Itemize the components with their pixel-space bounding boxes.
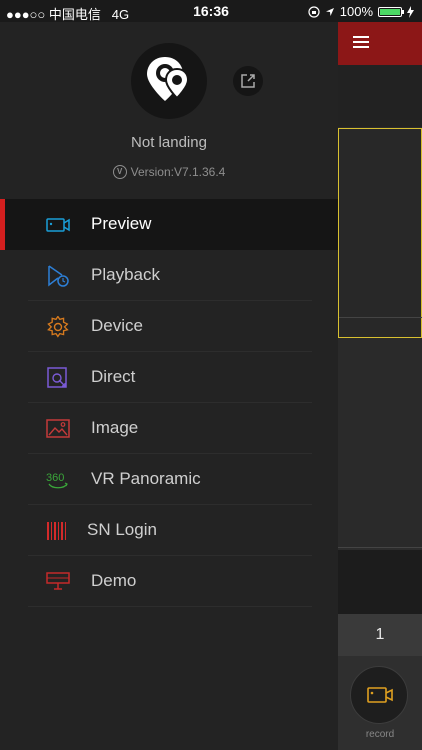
menu-item-vr-panoramic[interactable]: 360 VR Panoramic xyxy=(28,454,312,505)
record-camera-icon xyxy=(367,687,393,703)
record-area: record xyxy=(338,656,422,750)
gear-icon xyxy=(47,316,69,338)
video-panel[interactable] xyxy=(338,338,422,548)
menu-item-label: Playback xyxy=(91,265,160,284)
hamburger-icon[interactable] xyxy=(353,36,369,49)
menu-item-label: Demo xyxy=(91,571,137,590)
lock-rotation-icon xyxy=(308,5,320,18)
menu-item-direct[interactable]: Direct xyxy=(28,352,312,403)
version-logo-icon: V xyxy=(112,165,127,179)
page-number: 1 xyxy=(338,614,422,656)
control-strip xyxy=(338,550,422,614)
avatar[interactable] xyxy=(131,43,207,119)
menu-item-label: Device xyxy=(91,316,143,335)
vr-360-icon: 360 xyxy=(46,472,68,489)
menu-item-sn-login[interactable]: SN Login xyxy=(28,505,312,556)
status-right: 100% xyxy=(308,4,414,19)
version-text: Version:V7.1.36.4 xyxy=(130,165,226,179)
side-drawer: Not landing V Version:V7.1.36.4 Preview … xyxy=(0,22,338,750)
record-label: record xyxy=(365,729,395,740)
share-icon xyxy=(241,74,255,88)
drawer-menu: Preview Playback Device Direct Image 360… xyxy=(0,199,338,607)
svg-text:360: 360 xyxy=(46,472,64,484)
panel-divider xyxy=(339,317,422,318)
status-bar: ●●●○○ 中国电信 4G 16:36 100% xyxy=(0,0,422,22)
menu-item-image[interactable]: Image xyxy=(28,403,312,454)
main-screen: 1 record xyxy=(338,22,422,750)
menu-item-label: SN Login xyxy=(87,520,157,539)
profile-header: Not landing V Version:V7.1.36.4 xyxy=(0,22,338,197)
menu-item-demo[interactable]: Demo xyxy=(28,556,312,607)
menu-item-device[interactable]: Device xyxy=(28,301,312,352)
battery-icon xyxy=(378,6,404,17)
direct-connect-icon xyxy=(47,367,67,388)
version-info: V Version:V7.1.36.4 xyxy=(0,165,338,179)
menu-item-preview[interactable]: Preview xyxy=(0,199,338,250)
menu-item-playback[interactable]: Playback xyxy=(28,250,312,301)
username[interactable]: Not landing xyxy=(0,134,338,151)
playback-clock-icon xyxy=(48,265,69,287)
location-pin-icon xyxy=(147,57,190,101)
demo-screen-icon xyxy=(46,572,70,590)
charging-icon xyxy=(407,5,414,18)
barcode-icon xyxy=(47,522,66,540)
video-panel-selected[interactable] xyxy=(338,128,422,338)
menu-item-label: Image xyxy=(91,418,139,437)
location-arrow-icon xyxy=(325,7,334,16)
record-button[interactable] xyxy=(350,666,408,724)
camera-icon xyxy=(46,218,70,232)
menu-item-label: Preview xyxy=(91,214,152,233)
menu-item-label: Direct xyxy=(91,367,136,386)
toolbar-strip xyxy=(338,65,422,127)
top-bar xyxy=(338,22,422,65)
battery-percent: 100% xyxy=(339,4,373,19)
menu-item-label: VR Panoramic xyxy=(91,469,201,488)
share-button[interactable] xyxy=(233,66,263,96)
image-icon xyxy=(46,419,70,438)
